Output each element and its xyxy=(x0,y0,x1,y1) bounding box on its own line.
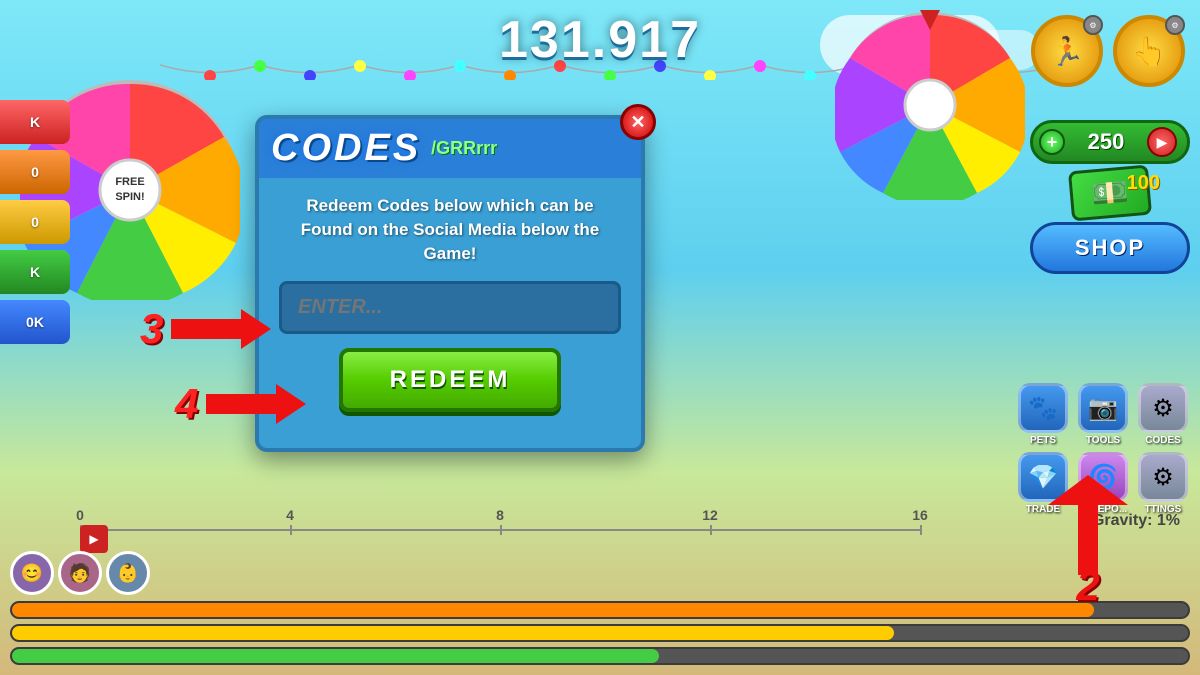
left-btn-5[interactable]: 0K xyxy=(0,300,70,344)
run-button-badge: ⚙ xyxy=(1083,15,1103,35)
plus-currency-button[interactable]: + xyxy=(1039,129,1065,155)
progress-bar-track-1 xyxy=(10,601,1190,619)
currency-bar: + 250 ▶ xyxy=(1030,120,1190,164)
pets-icon-circle: 🐾 xyxy=(1018,383,1068,433)
money-display: 💵 100 xyxy=(1030,168,1190,218)
codes-dialog: CODES /GRRrrr ✕ Redeem Codes below which… xyxy=(255,115,645,452)
ruler-tick-4 xyxy=(290,525,292,535)
arrow-4-label: 4 xyxy=(175,380,198,428)
ruler-tick-16 xyxy=(920,525,922,535)
codes-dialog-header: CODES /GRRrrr ✕ xyxy=(259,119,641,178)
codes-dialog-subtitle: /GRRrrr xyxy=(431,138,497,159)
codes-nav-label: CODES xyxy=(1145,435,1181,446)
svg-text:SPIN!: SPIN! xyxy=(115,191,144,203)
tools-icon-circle: 📷 xyxy=(1078,383,1128,433)
left-btn-3[interactable]: 0 xyxy=(0,200,70,244)
progress-bar-fill-3 xyxy=(12,649,659,663)
ruler-tick-8 xyxy=(500,525,502,535)
arrow-2-icon xyxy=(1048,475,1128,575)
arrow-3-annotation: 3 xyxy=(140,305,271,353)
codes-icon-circle: ⚙ xyxy=(1138,383,1188,433)
run-button[interactable]: 🏃 ⚙ xyxy=(1031,15,1103,87)
money-amount: 100 xyxy=(1127,172,1160,195)
ruler-label-12: 12 xyxy=(702,507,718,523)
click-button[interactable]: 👆 ⚙ xyxy=(1113,15,1185,87)
progress-bar-row-1 xyxy=(10,601,1190,619)
play-button[interactable]: ▶ xyxy=(1147,127,1177,157)
tools-label: TOOLS xyxy=(1086,435,1120,446)
arrow-2-label: 2 xyxy=(1076,562,1099,610)
codes-description: Redeem Codes below which can be Found on… xyxy=(279,194,621,265)
pets-label: PETS xyxy=(1030,435,1056,446)
ruler-label-4: 4 xyxy=(286,507,294,523)
left-btn-2[interactable]: 0 xyxy=(0,150,70,194)
codes-dialog-title: CODES xyxy=(271,127,421,170)
close-button[interactable]: ✕ xyxy=(620,104,656,140)
ruler: 0 4 8 12 16 ▶ xyxy=(80,515,920,545)
arrow-3-icon xyxy=(171,309,271,349)
left-btn-1[interactable]: K xyxy=(0,100,70,144)
progress-bar-row-3 xyxy=(10,647,1190,665)
progress-bar-track-2 xyxy=(10,624,1190,642)
ruler-tick-12 xyxy=(710,525,712,535)
progress-bars xyxy=(10,601,1190,665)
left-button-panel: K 0 0 K 0K xyxy=(0,100,70,344)
ruler-youtube-icon: ▶ xyxy=(80,525,108,553)
progress-bar-fill-2 xyxy=(12,626,894,640)
ruler-label-8: 8 xyxy=(496,507,504,523)
arrow-4-icon xyxy=(206,384,306,424)
codes-dialog-body: Redeem Codes below which can be Found on… xyxy=(259,178,641,428)
nav-tools[interactable]: 📷 TOOLS xyxy=(1076,383,1130,446)
avatar-3: 👶 xyxy=(106,551,150,595)
spin-wheel-right[interactable] xyxy=(835,10,1025,200)
avatar-2: 🧑 xyxy=(58,551,102,595)
arrow-2-annotation: 2 xyxy=(1048,475,1128,580)
avatar-row: 😊 🧑 👶 xyxy=(10,551,150,595)
ruler-label-16: 16 xyxy=(912,507,928,523)
arrow-3-label: 3 xyxy=(140,305,163,353)
shop-button[interactable]: SHOP xyxy=(1030,222,1190,274)
right-panel: + 250 ▶ 💵 100 SHOP xyxy=(1030,120,1190,274)
avatar-1: 😊 xyxy=(10,551,54,595)
nav-settings[interactable]: ⚙ TTINGS xyxy=(1136,452,1190,515)
settings-icon-circle: ⚙ xyxy=(1138,452,1188,502)
arrow-4-annotation: 4 xyxy=(175,380,306,428)
progress-bar-track-3 xyxy=(10,647,1190,665)
code-input[interactable] xyxy=(279,281,621,334)
progress-bar-fill-1 xyxy=(12,603,1094,617)
redeem-button[interactable]: REDEEM xyxy=(339,348,561,412)
currency-amount: 250 xyxy=(1071,129,1141,155)
ruler-label-0: 0 xyxy=(76,507,84,523)
nav-pets[interactable]: 🐾 PETS xyxy=(1016,383,1070,446)
nav-codes[interactable]: ⚙ CODES xyxy=(1136,383,1190,446)
click-button-badge: ⚙ xyxy=(1165,15,1185,35)
top-right-buttons: 🏃 ⚙ 👆 ⚙ xyxy=(1031,15,1185,87)
left-btn-4[interactable]: K xyxy=(0,250,70,294)
score-display: 131.917 xyxy=(499,10,701,70)
progress-bar-row-2 xyxy=(10,624,1190,642)
svg-text:FREE: FREE xyxy=(115,176,144,188)
